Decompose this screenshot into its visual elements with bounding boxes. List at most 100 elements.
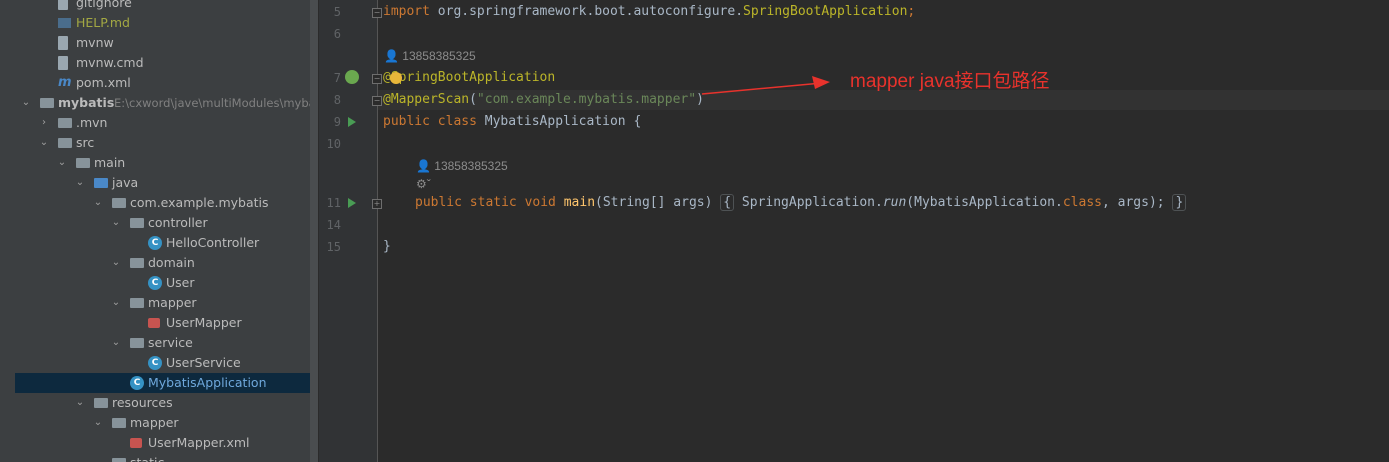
tree-item-service[interactable]: ⌄ service — [0, 333, 318, 353]
inspection-widget-icon[interactable]: ⚙ˇ — [416, 177, 431, 191]
run-main-gutter-icon[interactable] — [348, 198, 356, 208]
tree-item-domain[interactable]: ⌄ domain — [0, 253, 318, 273]
lightbulb-icon[interactable] — [390, 72, 402, 84]
tree-item-usermapper-xml[interactable]: UserMapper.xml — [0, 433, 318, 453]
spring-boot-class-icon: C — [130, 376, 144, 390]
method-params: (String[] args) — [595, 195, 713, 210]
folder-icon — [58, 118, 72, 128]
callout-arrow-icon — [701, 76, 830, 95]
chevron-right-icon[interactable]: › — [38, 113, 50, 133]
tree-item-label: src — [76, 135, 95, 150]
import-class: SpringBootApplication — [743, 4, 908, 19]
tree-item-package[interactable]: ⌄ com.example.mybatis — [0, 193, 318, 213]
code-line-15[interactable]: } — [383, 237, 391, 257]
tree-item-label: mapper — [148, 295, 197, 310]
code-text: , args); — [1101, 195, 1165, 210]
spring-bean-gutter-icon[interactable] — [345, 70, 359, 84]
tree-item-label: com.example.mybatis — [130, 195, 269, 210]
line-number: 14 — [326, 218, 341, 232]
code-line-9[interactable]: public class MybatisApplication { — [383, 112, 641, 132]
method-name: main — [563, 195, 596, 210]
tree-item-user[interactable]: C User — [0, 273, 318, 293]
tree-item-java[interactable]: ⌄ java — [0, 173, 318, 193]
tree-item-mybatisapplication[interactable]: C MybatisApplication — [15, 373, 318, 393]
mybatis-xml-icon — [130, 438, 142, 448]
chevron-down-icon[interactable]: ⌄ — [110, 253, 122, 273]
tree-item-help-md[interactable]: HELP.md — [0, 13, 318, 33]
fold-icon[interactable]: − — [372, 96, 382, 106]
project-tree-scrollbar[interactable] — [310, 0, 318, 462]
folder-icon — [58, 138, 72, 148]
code-line-11[interactable]: public static void main(String[] args) {… — [415, 193, 1187, 213]
tree-item-mvnw[interactable]: mvnw — [0, 33, 318, 53]
keyword: public class — [383, 114, 485, 129]
fold-icon[interactable]: − — [372, 8, 382, 18]
tree-item-label: main — [94, 155, 126, 170]
code-line-8[interactable]: @MapperScan("com.example.mybatis.mapper"… — [383, 90, 704, 110]
tree-item-label: static — [130, 453, 164, 462]
run-gutter-icon[interactable] — [348, 117, 356, 127]
tree-item-label: HelloController — [166, 235, 260, 250]
chevron-down-icon[interactable]: ⌄ — [110, 333, 122, 353]
tree-item-label: controller — [148, 215, 208, 230]
code-text: SpringApplication. — [734, 195, 883, 210]
chevron-down-icon[interactable]: ⌄ — [110, 213, 122, 233]
line-number: 6 — [333, 27, 341, 41]
code-line-5[interactable]: import org.springframework.boot.autoconf… — [383, 2, 915, 22]
folder-icon — [112, 458, 126, 462]
author-hint[interactable]: 👤 13858385325 — [384, 49, 476, 63]
tree-item-mapper[interactable]: ⌄ mapper — [0, 293, 318, 313]
tree-item-mvn[interactable]: › .mvn — [0, 113, 318, 133]
annotation: @MapperScan — [383, 92, 470, 107]
code-line-7[interactable]: @SpringBootApplication — [383, 68, 555, 88]
file-icon — [58, 36, 68, 50]
chevron-down-icon[interactable]: ⌄ — [56, 153, 68, 173]
author-hint[interactable]: 👤 13858385325 — [416, 159, 508, 173]
tree-item-userservice[interactable]: C UserService — [0, 353, 318, 373]
chevron-down-icon[interactable]: ⌄ — [20, 93, 32, 113]
tree-item-label: java — [112, 175, 139, 190]
string-literal: "com.example.mybatis.mapper" — [476, 92, 697, 107]
class-icon: C — [148, 236, 162, 250]
project-tree-panel: gitignore HELP.md mvnw mvnw.cmd m pom.xml ⌄ myb… — [0, 0, 318, 462]
folder-icon — [76, 158, 90, 168]
keyword: import — [383, 4, 430, 19]
author-name: 13858385325 — [402, 49, 476, 63]
tree-item-label: mybatis — [58, 95, 115, 110]
fold-icon[interactable]: − — [372, 74, 382, 84]
folded-brace[interactable]: } — [1172, 194, 1187, 211]
semicolon: ; — [907, 4, 916, 19]
tree-item-mvnw-cmd[interactable]: mvnw.cmd — [0, 53, 318, 73]
tree-item-hellocontroller[interactable]: C HelloController — [0, 233, 318, 253]
chevron-down-icon[interactable]: ⌄ — [74, 393, 86, 413]
tree-item-static[interactable]: static — [0, 453, 318, 462]
tree-item-main[interactable]: ⌄ main — [0, 153, 318, 173]
tree-item-label: MybatisApplication — [148, 375, 267, 390]
line-number: 10 — [326, 137, 341, 151]
folder-icon — [112, 418, 126, 428]
file-icon — [58, 56, 68, 70]
tree-item-gitignore[interactable]: gitignore — [0, 0, 318, 13]
tree-item-pom[interactable]: m pom.xml — [0, 73, 318, 93]
tree-item-resources-mapper[interactable]: ⌄ mapper — [0, 413, 318, 433]
tree-item-src[interactable]: ⌄ src — [0, 133, 318, 153]
folded-brace[interactable]: { — [720, 194, 735, 211]
tree-item-controller[interactable]: ⌄ controller — [0, 213, 318, 233]
chevron-down-icon[interactable]: ⌄ — [74, 173, 86, 193]
class-declaration: MybatisApplication { — [484, 114, 642, 129]
tree-item-mybatis[interactable]: ⌄ mybatis E:\cxword\jave\multiModules\myba — [0, 93, 318, 113]
chevron-down-icon[interactable]: ⌄ — [110, 293, 122, 313]
author-name: 13858385325 — [434, 159, 508, 173]
chevron-down-icon[interactable]: ⌄ — [92, 413, 104, 433]
method-call: run — [882, 195, 907, 210]
source-folder-icon — [94, 178, 108, 188]
fold-icon[interactable]: + — [372, 199, 382, 209]
line-number: 5 — [333, 5, 341, 19]
chevron-down-icon[interactable]: ⌄ — [92, 193, 104, 213]
tree-item-resources[interactable]: ⌄ resources — [0, 393, 318, 413]
chevron-down-icon[interactable]: ⌄ — [38, 133, 50, 153]
tree-item-label: domain — [148, 255, 195, 270]
class-icon: C — [148, 276, 162, 290]
tree-item-label: mvnw — [76, 35, 114, 50]
tree-item-usermapper[interactable]: UserMapper — [0, 313, 318, 333]
